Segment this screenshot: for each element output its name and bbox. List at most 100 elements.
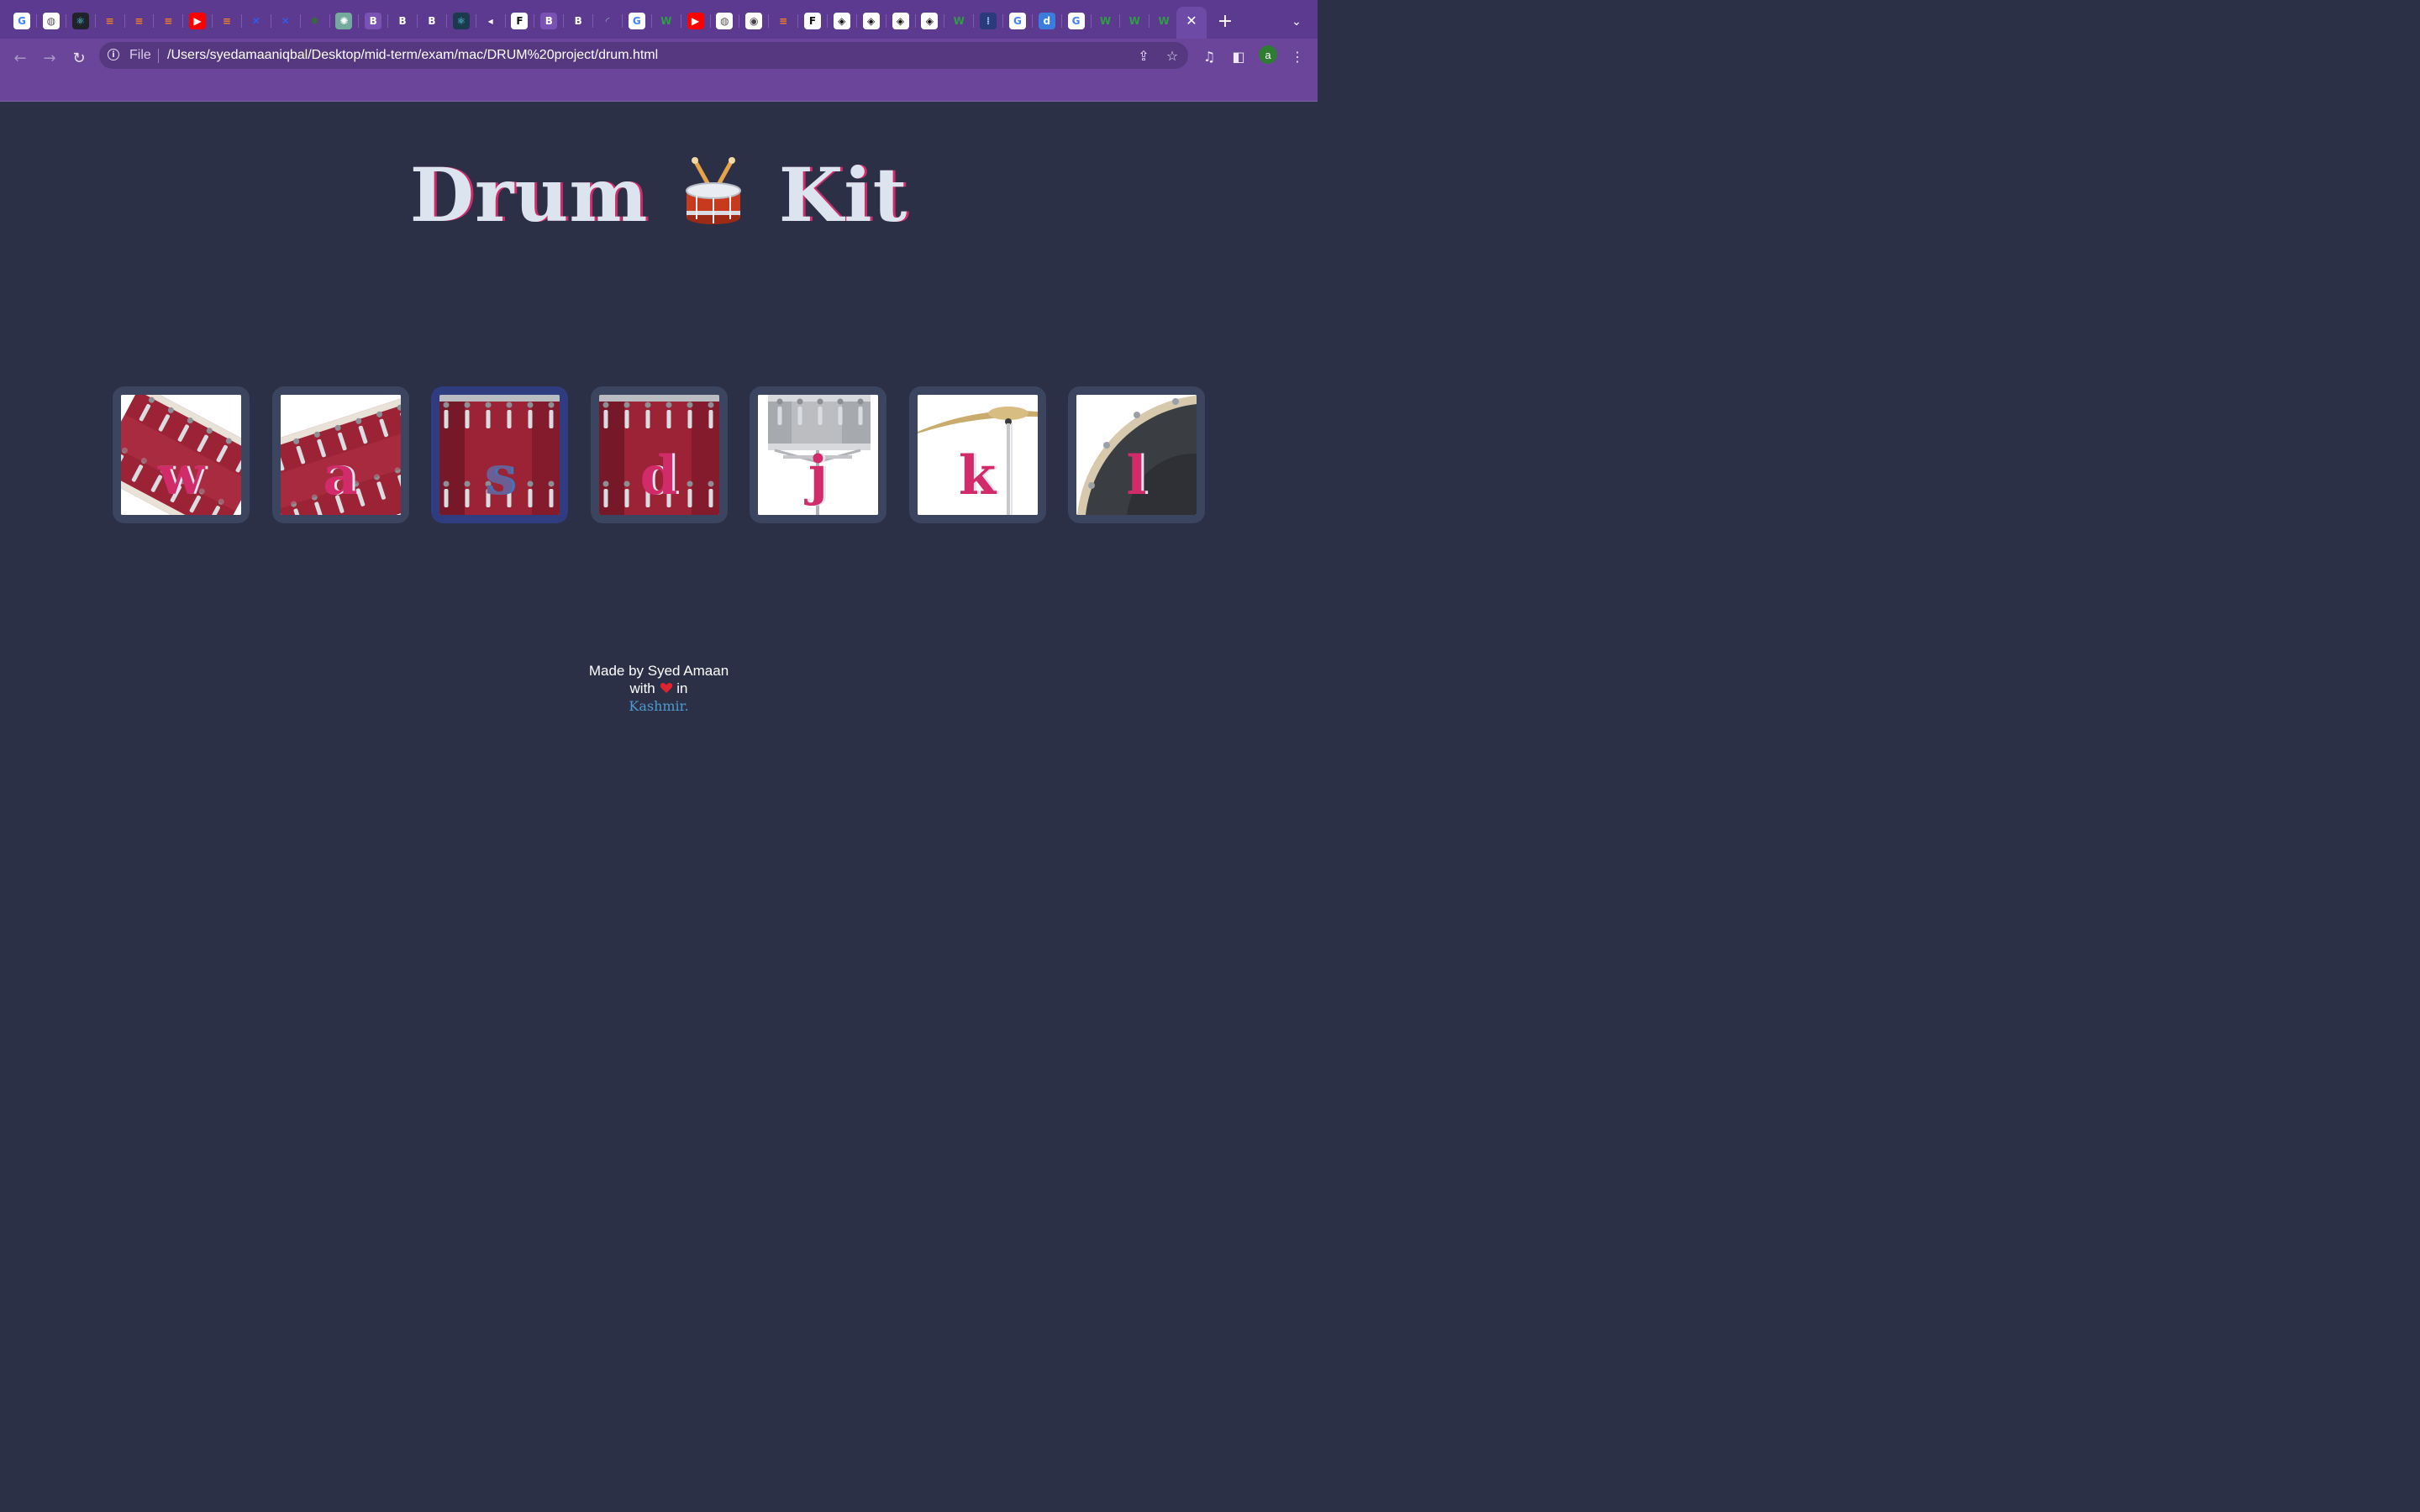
react-alt-favicon-icon[interactable]: ⚛ — [452, 13, 470, 29]
tab-separator — [417, 14, 418, 28]
tab-separator — [182, 14, 184, 28]
w-letter-favicon-icon[interactable]: W — [950, 13, 967, 29]
f-letter-favicon-icon[interactable]: F — [803, 13, 821, 29]
speaker-favicon-icon[interactable]: ◂ — [482, 13, 499, 29]
crash-cymbal-image: k — [917, 395, 1038, 515]
tom-drum-tilted-image: w — [121, 395, 241, 515]
bootstrap-favicon-icon[interactable]: B — [540, 13, 558, 29]
tab-separator — [1090, 14, 1092, 28]
address-bar[interactable]: i File /Users/syedamaaniqbal/Desktop/mid… — [99, 42, 1188, 69]
new-tab-button[interactable]: + — [1215, 11, 1235, 32]
dots-favicon-icon[interactable]: ⁞ — [980, 13, 997, 29]
side-panel-icon[interactable]: ◧ — [1228, 46, 1249, 66]
chrome-favicon-icon[interactable]: ◉ — [745, 13, 763, 29]
google-favicon-icon[interactable]: G — [1008, 13, 1026, 29]
tab-separator — [94, 14, 96, 28]
chatgpt-favicon-icon[interactable]: ✺ — [335, 13, 353, 29]
google-favicon-icon[interactable]: G — [1067, 13, 1085, 29]
forward-icon[interactable]: → — [39, 47, 60, 69]
tab-separator — [650, 14, 652, 28]
close-tab-icon[interactable]: ✕ — [1183, 13, 1200, 29]
tab-separator — [212, 14, 213, 28]
tab-separator — [563, 14, 565, 28]
bootstrap-favicon-icon[interactable]: B — [365, 13, 382, 29]
media-control-icon[interactable]: ♫ — [1199, 46, 1219, 66]
drum-pad-s[interactable]: s — [431, 386, 568, 523]
snare-drum-red-image: s — [439, 395, 560, 515]
url-text[interactable]: /Users/syedamaaniqbal/Desktop/mid-term/e… — [167, 48, 658, 63]
stackoverflow-favicon-icon[interactable]: ≡ — [775, 13, 792, 29]
share-icon[interactable]: ⇪ — [1134, 46, 1153, 65]
tab-separator — [124, 14, 125, 28]
scheme-label: File — [129, 48, 151, 62]
drum-pads: w a s d j k l — [113, 386, 1205, 523]
google-favicon-icon[interactable]: G — [628, 13, 645, 29]
tab-separator — [1060, 14, 1062, 28]
tab-separator — [1002, 14, 1004, 28]
drum-pad-key-label: w — [157, 444, 205, 507]
stackoverflow-favicon-icon[interactable]: ≡ — [160, 13, 176, 29]
youtube-favicon-icon[interactable]: ▶ — [189, 13, 207, 29]
tab-separator — [445, 14, 447, 28]
globe-favicon-icon[interactable]: ◍ — [716, 13, 734, 29]
globe-favicon-icon[interactable]: ◍ — [42, 13, 60, 29]
youtube-favicon-icon[interactable]: ▶ — [687, 13, 704, 29]
w-letter-favicon-icon[interactable]: W — [658, 13, 675, 29]
stackoverflow-favicon-icon[interactable]: ≡ — [218, 13, 235, 29]
info-icon[interactable]: i — [108, 49, 119, 60]
tab-separator — [504, 14, 506, 28]
tab-separator — [299, 14, 301, 28]
tab-separator — [153, 14, 155, 28]
tab-strip: G ◍ ⚛ ≡ ≡ ≡ ▶ ≡ ✕ ✕ ✱ ✺ B B B ⚛ ◂ F B B ◜ G W ▶ ◍ ◉ ≡ F ◈ ◈ ◈ ◈ W ⁞ Gd G W W W… — [0, 0, 1318, 39]
footer-love-line: with in — [0, 680, 1318, 697]
title-word-drum: Drum — [409, 151, 649, 239]
reload-icon[interactable]: ↻ — [68, 47, 90, 69]
footer-in: in — [676, 680, 688, 696]
bookmark-star-icon[interactable]: ☆ — [1163, 46, 1181, 65]
floor-tom-red-image: d — [598, 395, 719, 515]
tab-separator — [1149, 14, 1150, 28]
w-letter-favicon-icon[interactable]: W — [1126, 13, 1143, 29]
heart-icon — [660, 682, 672, 693]
browser-toolbar: ← → ↻ i File /Users/syedamaaniqbal/Deskt… — [0, 39, 1318, 102]
tab-search-button[interactable]: ⌄ — [1287, 13, 1306, 31]
drum-pad-w[interactable]: w — [113, 386, 250, 523]
w-letter-favicon-icon[interactable]: W — [1155, 13, 1172, 29]
stackoverflow-favicon-icon[interactable]: ≡ — [130, 13, 147, 29]
drum-pad-j[interactable]: j — [750, 386, 886, 523]
tab-separator — [797, 14, 799, 28]
profile-avatar[interactable]: a — [1259, 45, 1277, 64]
tab-separator — [36, 14, 37, 28]
back-icon[interactable]: ← — [9, 47, 31, 69]
drum-pad-key-label: s — [484, 444, 515, 507]
drum-pad-k[interactable]: k — [908, 386, 1046, 523]
menu-kebab-icon[interactable]: ⋮ — [1287, 46, 1307, 66]
b-letter-favicon-icon[interactable]: B — [424, 13, 440, 29]
codepen-favicon-icon[interactable]: ◈ — [921, 13, 939, 29]
drum-pad-a[interactable]: a — [271, 386, 409, 523]
f-letter-favicon-icon[interactable]: F — [511, 13, 529, 29]
hashnode-favicon-icon[interactable]: ✕ — [248, 13, 265, 29]
hashnode-favicon-icon[interactable]: ✕ — [277, 13, 294, 29]
codepen-favicon-icon[interactable]: ◈ — [892, 13, 909, 29]
drum-pad-key-label: j — [808, 444, 829, 507]
codepen-favicon-icon[interactable]: ◈ — [833, 13, 850, 29]
drum-pad-l[interactable]: l — [1068, 386, 1205, 523]
d-letter-favicon-icon[interactable]: d — [1038, 13, 1055, 29]
b-letter-favicon-icon[interactable]: B — [394, 13, 411, 29]
drum-pad-key-label: l — [1126, 444, 1147, 507]
footer: Made by Syed Amaan with in Kashmir. — [0, 662, 1318, 715]
w-letter-favicon-icon[interactable]: W — [1097, 13, 1113, 29]
b-letter-favicon-icon[interactable]: B — [570, 13, 587, 29]
codepen-favicon-icon[interactable]: ◈ — [862, 13, 880, 29]
drum-emoji-icon — [683, 156, 744, 225]
drum-pad-key-label: a — [323, 444, 358, 507]
react-favicon-icon[interactable]: ⚛ — [71, 13, 89, 29]
tab-separator — [622, 14, 623, 28]
spinner-favicon-icon[interactable]: ◜ — [599, 13, 616, 29]
stackoverflow-favicon-icon[interactable]: ≡ — [102, 13, 118, 29]
drum-pad-d[interactable]: d — [590, 386, 728, 523]
google-favicon-icon[interactable]: G — [13, 13, 30, 29]
leaf-favicon-icon[interactable]: ✱ — [307, 13, 324, 29]
page-title: Drum Kit — [0, 151, 1318, 239]
